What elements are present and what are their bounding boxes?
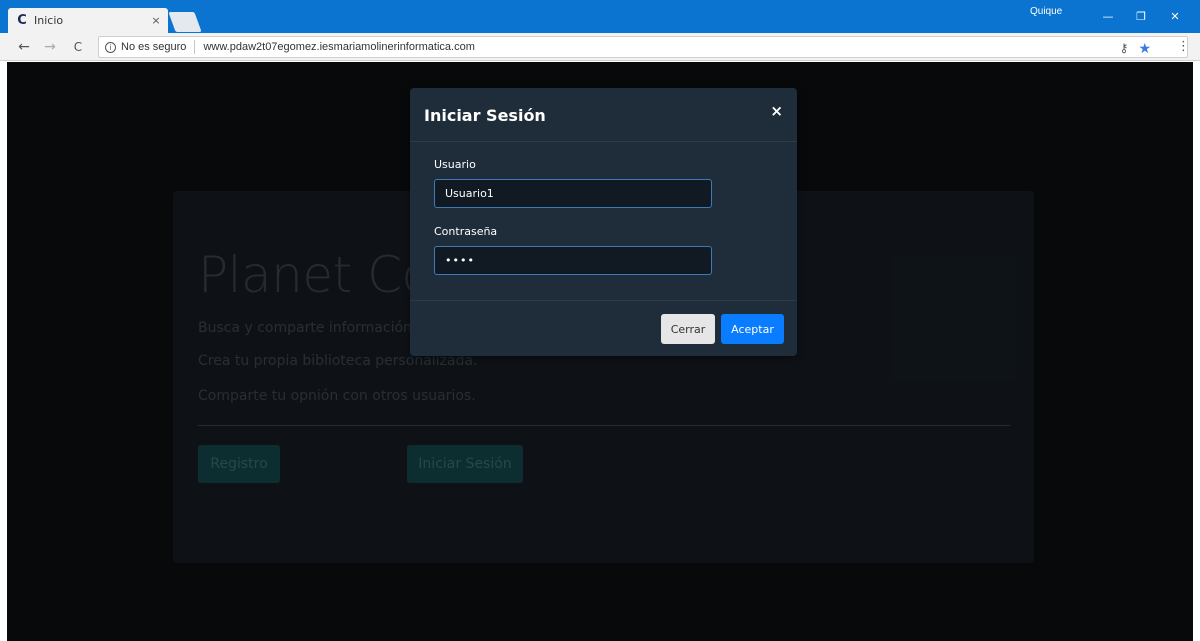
browser-titlebar: C Inicio × Quique — ❐ ✕ xyxy=(0,0,1200,33)
back-icon[interactable]: ← xyxy=(14,37,34,57)
modal-title: Iniciar Sesión xyxy=(424,106,546,125)
forward-icon[interactable]: → xyxy=(40,37,60,57)
close-icon[interactable]: × xyxy=(770,102,783,120)
modal-header: Iniciar Sesión × xyxy=(410,88,797,142)
divider xyxy=(194,40,196,54)
tab-title: Inicio xyxy=(34,14,64,27)
usuario-input[interactable] xyxy=(434,179,712,208)
password-label: Contraseña xyxy=(434,225,498,238)
minimize-icon[interactable]: — xyxy=(1093,4,1123,28)
security-label: No es seguro xyxy=(121,41,187,53)
password-input[interactable] xyxy=(434,246,712,275)
omnibox-actions: ⚷ ★ xyxy=(1120,40,1151,56)
aceptar-button[interactable]: Aceptar xyxy=(721,314,784,344)
bookmark-star-icon[interactable]: ★ xyxy=(1138,40,1151,57)
key-icon[interactable]: ⚷ xyxy=(1120,41,1129,55)
kebab-menu-icon[interactable]: ⋮ xyxy=(1177,39,1190,54)
usuario-label: Usuario xyxy=(434,158,476,171)
cerrar-button[interactable]: Cerrar xyxy=(661,314,715,344)
browser-toolbar: ← → C i No es seguro www.pdaw2t07egomez.… xyxy=(0,33,1200,61)
modal-footer: Cerrar Aceptar xyxy=(410,300,797,356)
profile-name[interactable]: Quique xyxy=(1030,6,1062,17)
login-modal: Iniciar Sesión × Usuario Contraseña Cerr… xyxy=(410,88,797,356)
restore-icon[interactable]: ❐ xyxy=(1126,4,1156,28)
site-favicon-icon: C xyxy=(17,13,27,28)
reload-icon[interactable]: C xyxy=(68,37,88,57)
tab-close-icon[interactable]: × xyxy=(148,14,164,27)
browser-tab-inicio[interactable]: C Inicio × xyxy=(8,8,168,33)
page-viewport: Planet Co Busca y comparte información d… xyxy=(7,62,1193,641)
address-bar[interactable]: i No es seguro www.pdaw2t07egomez.iesmar… xyxy=(98,36,1188,58)
info-icon[interactable]: i xyxy=(105,41,116,53)
close-window-icon[interactable]: ✕ xyxy=(1160,4,1190,28)
new-tab-button[interactable] xyxy=(168,12,202,32)
url-text: www.pdaw2t07egomez.iesmariamolinerinform… xyxy=(203,41,475,53)
